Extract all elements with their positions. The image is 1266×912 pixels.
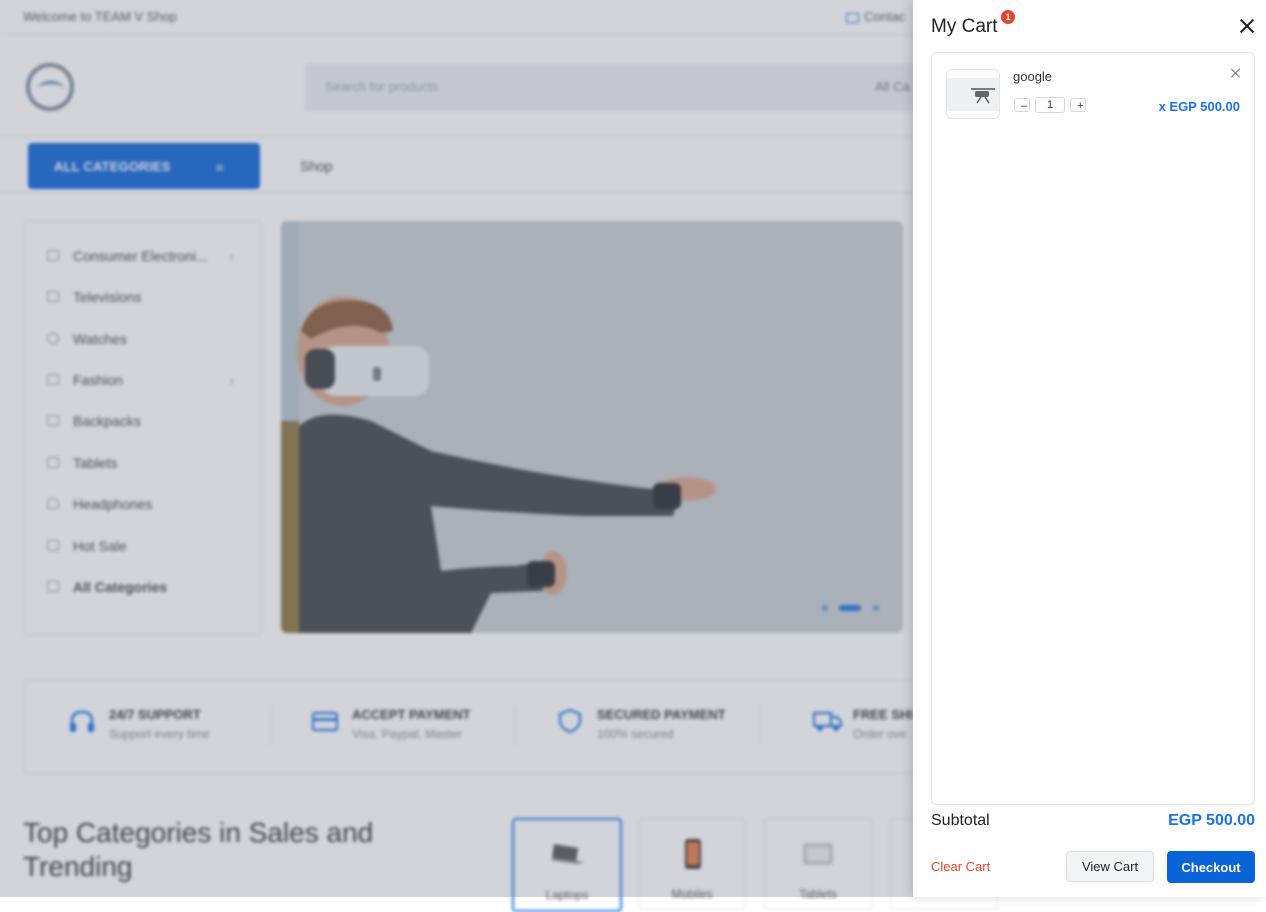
- quantity-decrease-button[interactable]: –: [1014, 98, 1030, 112]
- subtotal-value: EGP 500.00: [1168, 812, 1255, 829]
- cart-item-name[interactable]: google: [1013, 69, 1052, 84]
- view-cart-button[interactable]: View Cart: [1066, 851, 1154, 882]
- quantity-increase-button[interactable]: +: [1070, 98, 1086, 112]
- cart-items-list: google – + x EGP 500.00: [931, 52, 1255, 805]
- clear-cart-button[interactable]: Clear Cart: [931, 859, 990, 874]
- checkout-button[interactable]: Checkout: [1167, 851, 1255, 883]
- modal-backdrop[interactable]: [0, 0, 913, 897]
- cart-count-badge: 1: [1001, 10, 1015, 24]
- close-icon[interactable]: [1237, 16, 1257, 36]
- subtotal-label: Subtotal: [931, 812, 990, 829]
- cart-title: My Cart: [931, 16, 998, 37]
- cart-item-price: x EGP 500.00: [1158, 99, 1240, 114]
- quantity-input[interactable]: [1035, 97, 1065, 113]
- remove-item-icon[interactable]: [1230, 67, 1242, 79]
- drone-icon: [947, 78, 999, 111]
- product-thumbnail[interactable]: [946, 69, 1000, 119]
- cart-drawer: My Cart 1 google – + x EGP 500.00 Subtot…: [913, 0, 1266, 897]
